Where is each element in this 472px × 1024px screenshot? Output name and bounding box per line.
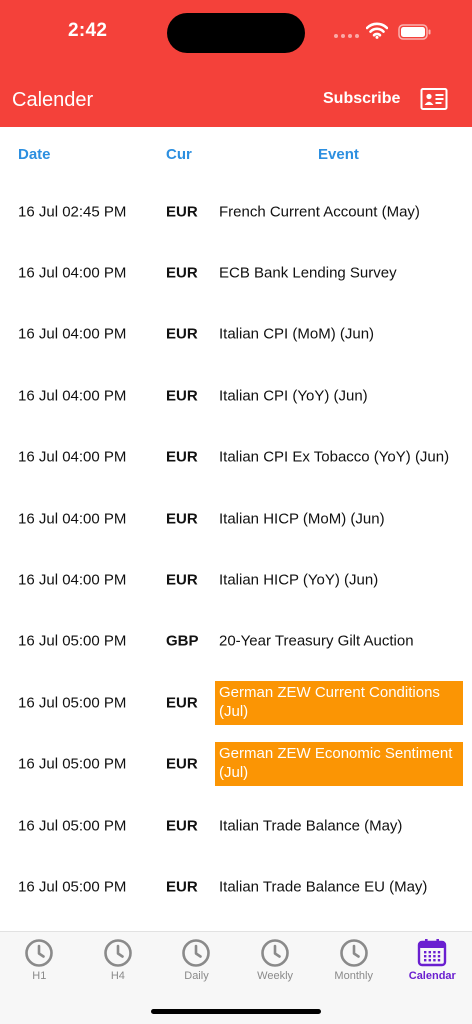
event-name: Italian Trade Balance (May): [219, 817, 403, 835]
tab-label: H1: [32, 970, 47, 982]
table-row[interactable]: 16 Jul 04:00 PM EUR Italian CPI Ex Tobacco…: [0, 427, 472, 488]
event-currency: EUR: [166, 448, 198, 466]
event-name: Italian CPI (MoM) (Jun): [219, 325, 375, 343]
event-date: 16 Jul 04:00 PM: [18, 325, 127, 343]
battery-icon: [398, 24, 431, 40]
event-name: German ZEW Current Conditions (Jul): [215, 680, 463, 725]
event-currency: EUR: [166, 387, 198, 405]
event-date: 16 Jul 05:00 PM: [18, 878, 127, 896]
event-date: 16 Jul 04:00 PM: [18, 510, 127, 528]
event-date: 16 Jul 04:00 PM: [18, 448, 127, 466]
dynamic-island: [167, 13, 305, 53]
table-row[interactable]: 16 Jul 05:00 PM EUR German ZEW Economic Se…: [0, 734, 472, 795]
event-date: 16 Jul 04:00 PM: [18, 387, 127, 405]
page-title: Calender: [12, 89, 94, 111]
tab-label: Daily: [184, 970, 209, 982]
tab-calendar[interactable]: Calendar: [393, 932, 472, 992]
table-row[interactable]: 16 Jul 04:00 PM EUR Italian HICP (YoY) (Ju…: [0, 549, 472, 610]
tab-h1[interactable]: H1: [0, 932, 79, 992]
event-date: 16 Jul 05:00 PM: [18, 694, 127, 712]
cellular-signal-icon: [334, 34, 359, 38]
event-name: German ZEW Economic Sentiment (Jul): [215, 742, 463, 787]
tab-label: Weekly: [257, 970, 294, 982]
tab-daily[interactable]: Daily: [157, 932, 236, 992]
event-name: ECB Bank Lending Survey: [219, 264, 397, 282]
table-row[interactable]: 16 Jul 05:00 PM GBP 20-Year Treasury Gilt …: [0, 611, 472, 672]
table-row[interactable]: 16 Jul 05:00 PM EUR Italian Trade Balance …: [0, 795, 472, 856]
event-name: Italian Trade Balance EU (May): [219, 878, 428, 896]
tab-label: Calendar: [408, 970, 456, 982]
event-date: 16 Jul 05:00 PM: [18, 817, 127, 835]
event-currency: EUR: [166, 203, 198, 221]
event-currency: EUR: [166, 571, 198, 589]
event-currency: EUR: [166, 755, 198, 773]
event-name: Italian CPI (YoY) (Jun): [219, 387, 368, 405]
event-date: 16 Jul 05:00 PM: [18, 632, 127, 650]
event-currency: EUR: [166, 878, 198, 896]
app-header: 2:42 Calender Subscribe: [0, 0, 472, 127]
event-currency: EUR: [166, 694, 198, 712]
event-currency: EUR: [166, 510, 198, 528]
event-date: 16 Jul 04:00 PM: [18, 571, 127, 589]
event-name: 20-Year Treasury Gilt Auction: [219, 632, 414, 650]
event-date: 16 Jul 05:00 PM: [18, 755, 127, 773]
table-row[interactable]: 16 Jul 04:00 PM EUR Italian HICP (MoM) (Ju…: [0, 488, 472, 549]
wifi-icon: [366, 22, 388, 39]
contact-card-icon[interactable]: [420, 87, 448, 111]
column-header-date: Date: [18, 146, 51, 163]
event-date: 16 Jul 04:00 PM: [18, 264, 127, 282]
event-currency: EUR: [166, 817, 198, 835]
event-name: French Current Account (May): [219, 203, 420, 221]
tab-label: Monthly: [334, 970, 373, 982]
column-header-event: Event: [318, 146, 359, 163]
column-header-cur: Cur: [166, 146, 192, 163]
event-currency: GBP: [166, 632, 199, 650]
tab-label: H4: [110, 970, 125, 982]
table-row[interactable]: 16 Jul 02:45 PM EUR French Current Account…: [0, 181, 472, 242]
status-time: 2:42: [68, 20, 108, 41]
home-indicator: [151, 1009, 321, 1014]
table-row[interactable]: 16 Jul 05:00 PM EUR German ZEW Current Con…: [0, 672, 472, 733]
tab-h4[interactable]: H4: [79, 932, 158, 992]
table-row[interactable]: 16 Jul 04:00 PM EUR ECB Bank Lending Surve…: [0, 242, 472, 303]
event-currency: EUR: [166, 264, 198, 282]
table-row[interactable]: 16 Jul 05:00 PM EUR Italian Trade Balance …: [0, 856, 472, 917]
event-date: 16 Jul 02:45 PM: [18, 203, 127, 221]
table-row[interactable]: 16 Jul 04:00 PM EUR Italian CPI (YoY) (Jun…: [0, 365, 472, 426]
events-list: 16 Jul 02:45 PM EUR French Current Account…: [0, 181, 472, 918]
event-name: Italian HICP (YoY) (Jun): [219, 571, 379, 589]
event-currency: EUR: [166, 325, 198, 343]
subscribe-button[interactable]: Subscribe: [323, 90, 400, 108]
event-name: Italian HICP (MoM) (Jun): [219, 510, 385, 528]
tab-monthly[interactable]: Monthly: [314, 932, 393, 992]
table-row[interactable]: 16 Jul 04:00 PM EUR Italian CPI (MoM) (Jun…: [0, 304, 472, 365]
tab-weekly[interactable]: Weekly: [236, 932, 315, 992]
event-name: Italian CPI Ex Tobacco (YoY) (Jun): [219, 448, 450, 466]
